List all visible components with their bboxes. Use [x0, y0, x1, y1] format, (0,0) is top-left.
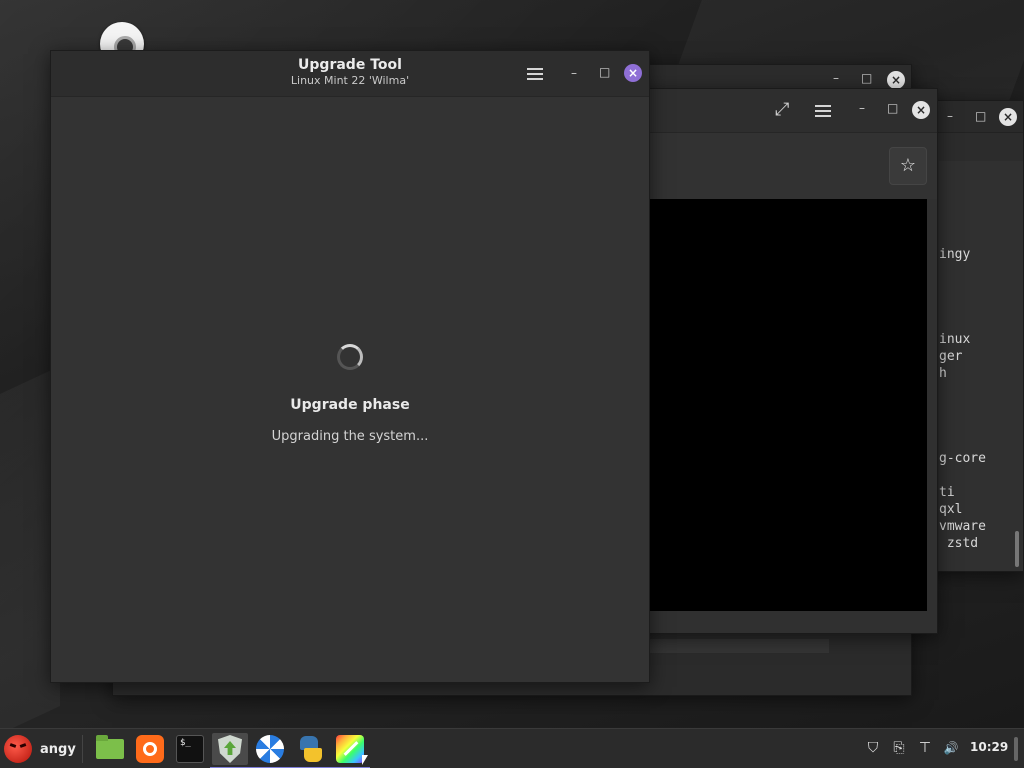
background-window-1-band: [643, 639, 829, 653]
menu-avatar-icon: [4, 735, 32, 763]
expand-icon[interactable]: ⤢: [775, 99, 789, 120]
firefox-launcher[interactable]: [134, 733, 166, 765]
close-icon[interactable]: ×: [887, 71, 905, 89]
close-icon[interactable]: ×: [624, 64, 642, 82]
terminal-line: ti: [939, 485, 955, 500]
terminal-line: zstd: [939, 536, 979, 551]
window-title: Upgrade Tool: [298, 57, 402, 73]
update-manager-launcher[interactable]: [212, 733, 248, 765]
python-launcher[interactable]: [294, 733, 326, 765]
window-subtitle: Linux Mint 22 'Wilma': [290, 74, 410, 87]
terminal-launcher[interactable]: $_: [174, 733, 206, 765]
menu-icon[interactable]: [815, 105, 831, 117]
background-window-2-content: [647, 199, 927, 611]
menu-button[interactable]: angy: [4, 733, 76, 765]
star-icon[interactable]: ☆: [889, 147, 927, 185]
file-manager-launcher[interactable]: [94, 733, 126, 765]
minimize-icon[interactable]: –: [833, 71, 839, 85]
minimize-icon[interactable]: –: [859, 101, 865, 115]
shield-icon[interactable]: ⛉: [864, 739, 882, 757]
menu-label: angy: [40, 741, 76, 757]
phase-status: Upgrading the system...: [271, 429, 429, 444]
terminal-output: ingy inux ger h g-core ti qxl vmware zstd: [939, 161, 1023, 571]
volume-icon[interactable]: 🔊: [942, 739, 960, 757]
terminal-line: inux: [939, 332, 971, 347]
phase-title: Upgrade phase: [290, 397, 410, 413]
clipboard-icon[interactable]: ⎘: [890, 739, 908, 757]
shield-update-icon: [218, 735, 242, 763]
close-icon[interactable]: ×: [912, 101, 930, 119]
terminal-line: vmware: [939, 519, 986, 534]
background-terminal-window[interactable]: – □ × ingy inux ger h g-core ti qxl vmware z…: [930, 100, 1024, 572]
terminal-scrollbar[interactable]: [1015, 531, 1019, 567]
terminal-icon: $_: [176, 735, 204, 763]
spinner-icon: [337, 344, 363, 370]
python-icon: [296, 735, 324, 763]
folder-icon: [96, 735, 124, 759]
close-icon[interactable]: ×: [999, 108, 1017, 126]
upgrade-tool-titlebar[interactable]: Upgrade Tool Linux Mint 22 'Wilma' – □ ×: [51, 51, 649, 97]
terminal-line: ger: [939, 349, 963, 364]
terminal-line: g-core: [939, 451, 986, 466]
software-manager-launcher[interactable]: [254, 733, 286, 765]
menu-icon[interactable]: [527, 68, 543, 80]
maximize-icon[interactable]: □: [975, 109, 986, 123]
taskbar: angy $_ ⛉ ⎘ ⊤ 🔊 10:29: [0, 728, 1024, 768]
network-icon[interactable]: ⊤: [916, 739, 934, 757]
minimize-icon[interactable]: –: [947, 109, 953, 123]
maximize-icon[interactable]: □: [599, 65, 610, 79]
desktop: – □ × – □ × ingy inux ger h g-core ti qxl vm…: [0, 0, 1024, 728]
terminal-line: qxl: [939, 502, 963, 517]
mouse-cursor: [362, 755, 368, 765]
show-desktop-button[interactable]: [1014, 737, 1018, 761]
firefox-icon: [136, 735, 164, 763]
terminal-line: h: [939, 366, 947, 381]
upgrade-tool-body: Upgrade phase Upgrading the system...: [51, 97, 649, 682]
clock[interactable]: 10:29: [970, 740, 1008, 754]
software-manager-icon: [256, 735, 284, 763]
upgrade-tool-window[interactable]: Upgrade Tool Linux Mint 22 'Wilma' – □ ×…: [50, 50, 650, 683]
paintbrush-icon: [336, 735, 364, 763]
terminal-line: ingy: [939, 247, 971, 262]
maximize-icon[interactable]: □: [861, 71, 872, 85]
minimize-icon[interactable]: –: [571, 66, 577, 80]
taskbar-separator: [82, 735, 83, 763]
maximize-icon[interactable]: □: [887, 101, 898, 115]
